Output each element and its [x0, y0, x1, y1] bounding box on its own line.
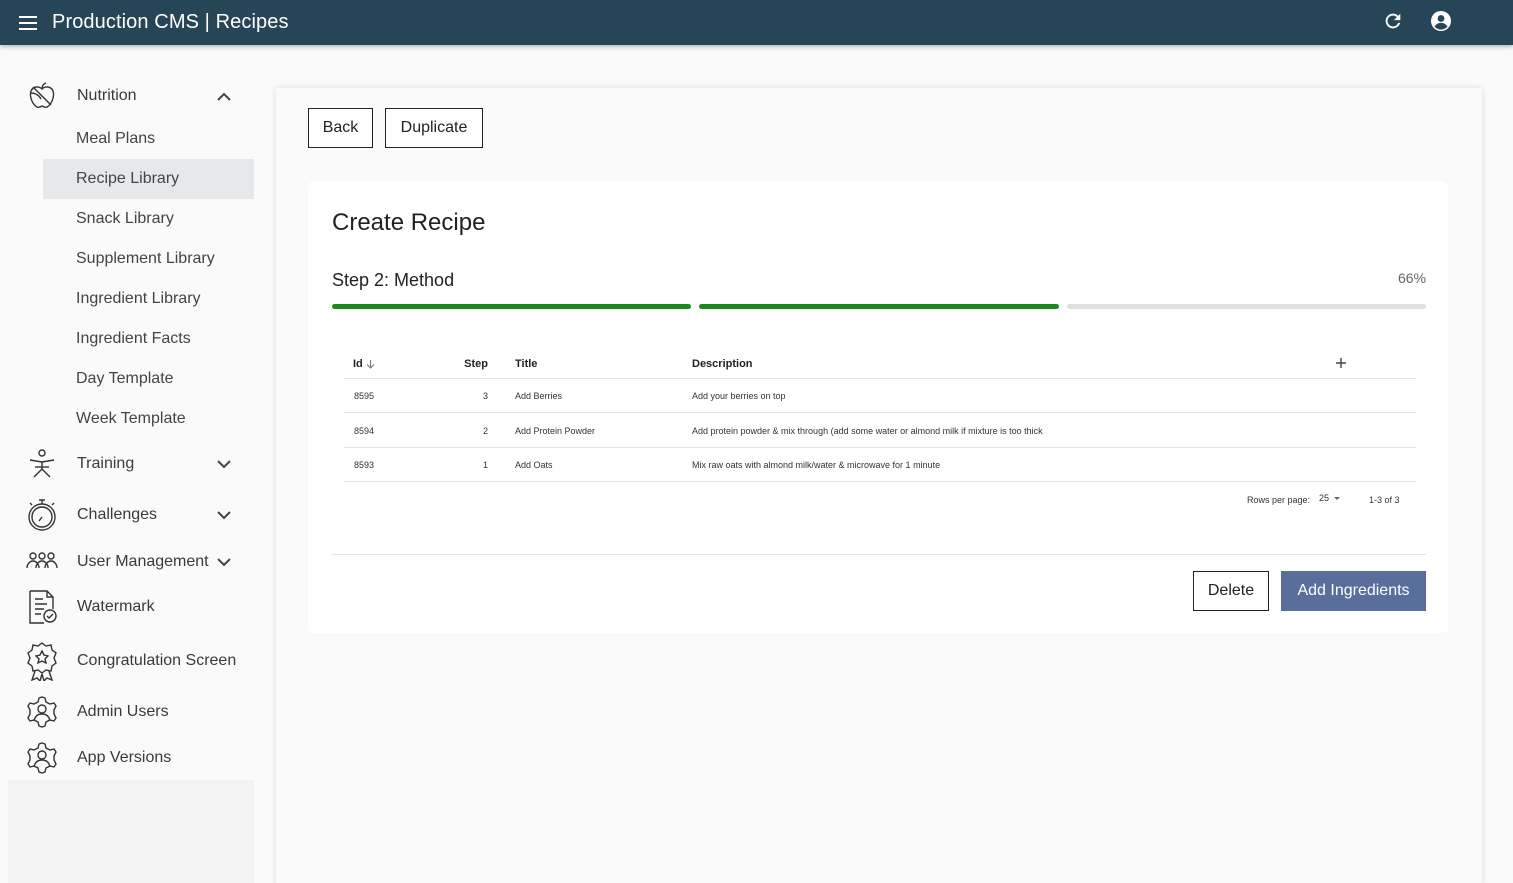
- sidebar-item-label: Recipe Library: [76, 170, 180, 187]
- progress-segment-1: [332, 304, 691, 309]
- duplicate-button[interactable]: Duplicate: [385, 108, 483, 148]
- step-label: Step 2: Method: [332, 270, 455, 290]
- progress-percent: 66%: [1397, 270, 1426, 286]
- sidebar-section-label: App Versions: [77, 749, 172, 766]
- sidebar-item-ingredient-library[interactable]: Ingredient Library: [43, 279, 254, 319]
- sidebar-section-label: Challenges: [77, 506, 158, 523]
- table-divider: [344, 481, 1416, 482]
- sidebar-item-label: Meal Plans: [76, 130, 156, 147]
- sidebar-item-supplement-library[interactable]: Supplement Library: [43, 239, 254, 279]
- sidebar-item-day-template[interactable]: Day Template: [43, 359, 254, 399]
- sidebar-section-label: Training: [77, 455, 135, 472]
- sidebar-section-label: Congratulation Screen: [77, 652, 237, 669]
- chevron-down-icon: [214, 454, 234, 474]
- progress-segment-2: [699, 304, 1059, 309]
- column-header-id[interactable]: Id: [353, 358, 375, 370]
- sidebar-footer: [8, 780, 254, 883]
- sidebar-item-app-versions[interactable]: App Versions: [0, 738, 254, 778]
- document-check-icon: [24, 589, 60, 625]
- add-step-icon[interactable]: [1333, 355, 1349, 371]
- admin-gear-icon: [24, 694, 60, 730]
- sidebar-item-label: Supplement Library: [76, 250, 215, 267]
- sidebar-item-week-template[interactable]: Week Template: [43, 399, 254, 439]
- back-button[interactable]: Back: [308, 108, 373, 148]
- add-ingredients-button[interactable]: Add Ingredients: [1281, 571, 1426, 611]
- table-row[interactable]: [344, 379, 1416, 412]
- account-circle-icon[interactable]: [1429, 9, 1453, 33]
- sidebar-item-label: Day Template: [76, 370, 174, 387]
- sidebar-item-ingredient-facts[interactable]: Ingredient Facts: [43, 319, 254, 359]
- caret-down-icon: [1333, 496, 1341, 501]
- sidebar-item-snack-library[interactable]: Snack Library: [43, 199, 254, 239]
- sidebar-section-nutrition[interactable]: Nutrition: [0, 76, 254, 116]
- table-row[interactable]: [344, 413, 1416, 447]
- sidebar-section-challenges[interactable]: Challenges: [0, 495, 254, 535]
- progress-segment-3: [1067, 304, 1426, 309]
- sidebar-item-congratulation-screen[interactable]: Congratulation Screen: [0, 639, 254, 683]
- sidebar-item-label: Week Template: [76, 410, 186, 427]
- chevron-down-icon: [214, 505, 234, 525]
- refresh-icon[interactable]: [1381, 9, 1405, 33]
- stopwatch-icon: [24, 497, 60, 533]
- award-badge-icon: [24, 642, 60, 681]
- pagination-range: 1-3 of 3: [1369, 495, 1400, 505]
- column-header-label: Id: [353, 358, 363, 370]
- rows-per-page-value: 25: [1319, 493, 1330, 503]
- stretching-person-icon: [24, 446, 60, 482]
- menu-icon[interactable]: [17, 12, 39, 34]
- sidebar-item-meal-plans[interactable]: Meal Plans: [43, 119, 254, 159]
- arrow-down-icon: [366, 359, 375, 369]
- sidebar-section-label: User Management: [77, 553, 209, 570]
- rows-per-page-select[interactable]: 25: [1319, 493, 1341, 503]
- column-header-description[interactable]: Description: [692, 358, 753, 370]
- app-title: Production CMS | Recipes: [52, 11, 289, 33]
- sidebar-section-user-management[interactable]: User Management: [0, 542, 254, 582]
- sidebar-section-training[interactable]: Training: [0, 444, 254, 484]
- sidebar-item-label: Snack Library: [76, 210, 174, 227]
- chevron-down-icon: [214, 552, 234, 572]
- page-title: Create Recipe: [332, 209, 486, 236]
- column-header-title[interactable]: Title: [515, 358, 537, 370]
- sidebar-item-recipe-library[interactable]: Recipe Library: [43, 159, 254, 199]
- apple-icon: [24, 78, 60, 114]
- sidebar-section-label: Nutrition: [77, 87, 137, 104]
- sidebar-section-label: Admin Users: [77, 703, 169, 720]
- sidebar-item-label: Ingredient Facts: [76, 330, 191, 347]
- sidebar-item-label: Ingredient Library: [76, 290, 201, 307]
- delete-button[interactable]: Delete: [1193, 571, 1269, 611]
- card-divider: [332, 554, 1426, 555]
- app-header: Production CMS | Recipes: [0, 0, 1513, 45]
- table-row[interactable]: [344, 448, 1416, 481]
- sidebar-section-label: Watermark: [77, 598, 155, 615]
- sidebar-item-watermark[interactable]: Watermark: [0, 587, 254, 627]
- rows-per-page-label: Rows per page:: [1247, 495, 1311, 505]
- sidebar-item-admin-users[interactable]: Admin Users: [0, 692, 254, 732]
- column-header-step[interactable]: Step: [448, 358, 488, 370]
- versions-gear-icon: [24, 740, 60, 776]
- users-group-icon: [24, 544, 60, 580]
- chevron-up-icon: [214, 86, 234, 106]
